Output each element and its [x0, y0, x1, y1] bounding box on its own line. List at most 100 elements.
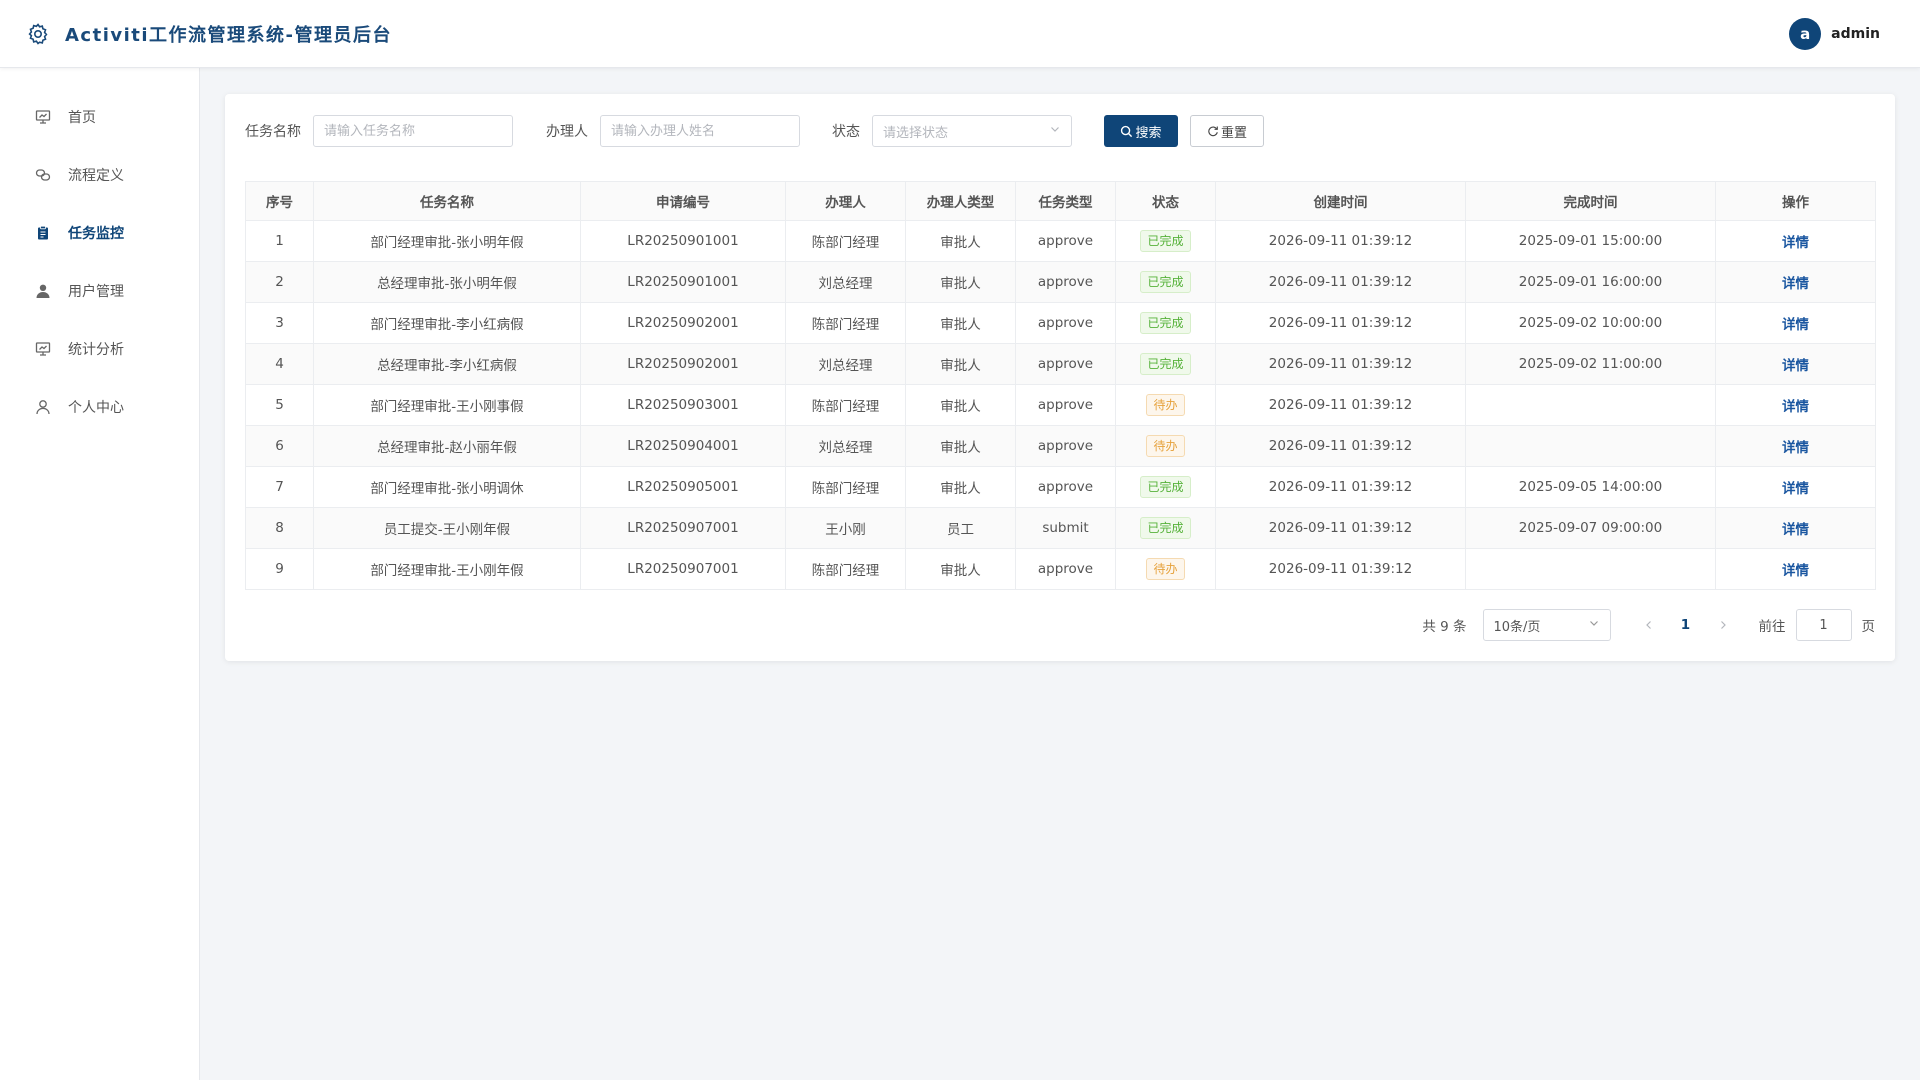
detail-link[interactable]: 详情: [1782, 276, 1809, 292]
user-filled-icon: [34, 282, 52, 300]
chevron-left-icon: [1645, 621, 1651, 629]
status-badge: 待办: [1146, 435, 1185, 457]
cell-index: 2: [245, 261, 314, 303]
page-number-current[interactable]: 1: [1672, 617, 1700, 633]
cell-action: 详情: [1715, 507, 1876, 549]
cell-status: 已完成: [1115, 220, 1216, 262]
table-body: 1 部门经理审批-张小明年假 LR20250901001 陈部门经理 审批人 approv…: [245, 220, 1876, 590]
cell-finished: 2025-09-01 15:00:00: [1465, 220, 1716, 262]
next-page-button[interactable]: [1709, 611, 1737, 639]
cell-created: 2026-09-11 01:39:12: [1215, 220, 1466, 262]
detail-link[interactable]: 详情: [1782, 522, 1809, 538]
goto-label: 前往: [1758, 619, 1786, 635]
prev-page-button[interactable]: [1635, 611, 1663, 639]
search-button[interactable]: 搜索: [1104, 115, 1178, 147]
cell-created: 2026-09-11 01:39:12: [1215, 507, 1466, 549]
chain-link-icon: [34, 166, 52, 184]
table-row: 2 总经理审批-张小明年假 LR20250901001 刘总经理 审批人 approve 已…: [245, 261, 1876, 303]
cell-assignee: 刘总经理: [785, 425, 906, 467]
cell-status: 待办: [1115, 425, 1216, 467]
avatar[interactable]: a: [1789, 17, 1822, 50]
cell-code: LR20250905001: [580, 466, 786, 508]
sidebar-item-label: 任务监控: [68, 226, 124, 242]
cell-action: 详情: [1715, 302, 1876, 344]
cell-created: 2026-09-11 01:39:12: [1215, 343, 1466, 385]
detail-link[interactable]: 详情: [1782, 440, 1809, 456]
table-row: 3 部门经理审批-李小红病假 LR20250902001 陈部门经理 审批人 approv…: [245, 302, 1876, 344]
cell-code: LR20250902001: [580, 343, 786, 385]
detail-link[interactable]: 详情: [1782, 317, 1809, 333]
cell-assignee: 陈部门经理: [785, 466, 906, 508]
status-select[interactable]: 请选择状态: [872, 115, 1072, 147]
chart-board-icon: [34, 340, 52, 358]
table-row: 5 部门经理审批-王小刚事假 LR20250903001 陈部门经理 审批人 approv…: [245, 384, 1876, 426]
cell-assignee-type: 审批人: [905, 343, 1016, 385]
cell-name: 总经理审批-赵小丽年假: [313, 425, 581, 467]
user-menu[interactable]: a admin: [1789, 17, 1880, 50]
cell-assignee: 陈部门经理: [785, 220, 906, 262]
reset-button[interactable]: 重置: [1190, 115, 1264, 147]
detail-link[interactable]: 详情: [1782, 563, 1809, 579]
cell-assignee: 陈部门经理: [785, 302, 906, 344]
cell-task-type: approve: [1015, 220, 1116, 262]
sidebar-item-statistics[interactable]: 统计分析: [0, 320, 199, 378]
filter-bar: 任务名称 办理人 状态 请选择状态 搜索 重置: [245, 115, 1264, 147]
cell-code: LR20250902001: [580, 302, 786, 344]
cell-code: LR20250904001: [580, 425, 786, 467]
sidebar-item-user-management[interactable]: 用户管理: [0, 262, 199, 320]
column-header-created: 创建时间: [1215, 181, 1466, 221]
user-outline-icon: [34, 398, 52, 416]
detail-link[interactable]: 详情: [1782, 399, 1809, 415]
status-badge: 已完成: [1140, 517, 1191, 539]
cell-index: 4: [245, 343, 314, 385]
cell-index: 5: [245, 384, 314, 426]
username[interactable]: admin: [1831, 26, 1880, 42]
detail-link[interactable]: 详情: [1782, 358, 1809, 374]
cell-action: 详情: [1715, 261, 1876, 303]
goto-page-input[interactable]: [1795, 609, 1852, 641]
cell-task-type: submit: [1015, 507, 1116, 549]
search-icon: [1121, 125, 1133, 137]
gear-icon[interactable]: [25, 21, 51, 47]
cell-assignee: 王小刚: [785, 507, 906, 549]
cell-name: 员工提交-王小刚年假: [313, 507, 581, 549]
cell-finished: 2025-09-07 09:00:00: [1465, 507, 1716, 549]
sidebar-item-process-definition[interactable]: 流程定义: [0, 146, 199, 204]
cell-created: 2026-09-11 01:39:12: [1215, 466, 1466, 508]
sidebar-item-profile[interactable]: 个人中心: [0, 378, 199, 436]
cell-task-type: approve: [1015, 302, 1116, 344]
chevron-down-icon: [1049, 123, 1061, 139]
cell-action: 详情: [1715, 548, 1876, 590]
task-name-input[interactable]: [313, 115, 513, 147]
assignee-input[interactable]: [600, 115, 800, 147]
column-header-code: 申请编号: [580, 181, 786, 221]
table-row: 1 部门经理审批-张小明年假 LR20250901001 陈部门经理 审批人 approv…: [245, 220, 1876, 262]
column-header-status: 状态: [1115, 181, 1216, 221]
page-size-value: 10条/页: [1493, 619, 1541, 635]
page-size-select[interactable]: 10条/页: [1482, 609, 1611, 641]
sidebar-item-task-monitor[interactable]: 任务监控: [0, 204, 199, 262]
column-header-finished: 完成时间: [1465, 181, 1716, 221]
cell-assignee: 刘总经理: [785, 261, 906, 303]
cell-assignee: 刘总经理: [785, 343, 906, 385]
detail-link[interactable]: 详情: [1782, 481, 1809, 497]
cell-name: 部门经理审批-张小明调休: [313, 466, 581, 508]
column-header-task-type: 任务类型: [1015, 181, 1116, 221]
cell-created: 2026-09-11 01:39:12: [1215, 425, 1466, 467]
cell-assignee-type: 审批人: [905, 261, 1016, 303]
cell-action: 详情: [1715, 425, 1876, 467]
cell-name: 部门经理审批-王小刚事假: [313, 384, 581, 426]
cell-code: LR20250907001: [580, 548, 786, 590]
sidebar-item-home[interactable]: 首页: [0, 88, 199, 146]
total-count: 共 9 条: [1422, 619, 1467, 635]
cell-index: 3: [245, 302, 314, 344]
cell-status: 已完成: [1115, 466, 1216, 508]
detail-link[interactable]: 详情: [1782, 235, 1809, 251]
status-label: 状态: [832, 124, 860, 140]
status-select-placeholder: 请选择状态: [883, 125, 949, 141]
cell-status: 已完成: [1115, 261, 1216, 303]
status-badge: 已完成: [1140, 476, 1191, 498]
cell-status: 已完成: [1115, 507, 1216, 549]
cell-task-type: approve: [1015, 384, 1116, 426]
cell-name: 部门经理审批-张小明年假: [313, 220, 581, 262]
